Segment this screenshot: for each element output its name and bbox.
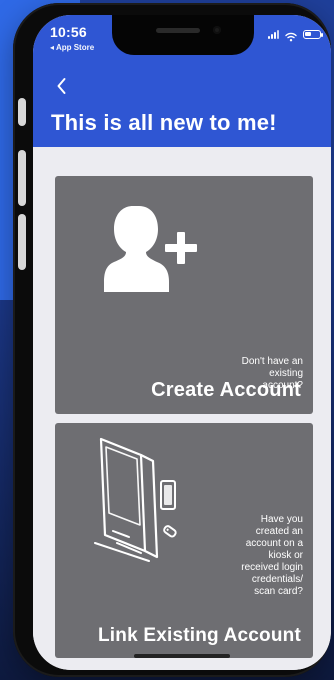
home-indicator[interactable] [134, 654, 230, 658]
wifi-icon [285, 29, 297, 42]
header: 10:56 ◂ App Store This is all new to me! [33, 15, 331, 147]
person-add-icon [99, 196, 197, 297]
battery-icon [303, 29, 323, 39]
status-bar: 10:56 ◂ App Store [33, 15, 331, 69]
create-account-card[interactable]: Don't have an existing account? Create A… [55, 176, 313, 414]
status-time: 10:56 [50, 24, 87, 40]
volume-down-button [18, 214, 26, 270]
create-account-title: Create Account [151, 379, 301, 401]
page-title: This is all new to me! [51, 110, 277, 135]
camera-icon [213, 26, 221, 34]
status-icons [268, 29, 323, 42]
link-account-title: Link Existing Account [97, 625, 301, 646]
screen: 10:56 ◂ App Store This is all new to me!… [33, 15, 331, 670]
signal-icon [268, 29, 279, 39]
mute-switch [18, 98, 26, 126]
speaker-icon [156, 28, 200, 33]
back-button[interactable] [51, 75, 73, 97]
status-back-app[interactable]: ◂ App Store [50, 43, 94, 52]
link-account-question: Have you created an account on a kiosk o… [241, 514, 303, 597]
content: Don't have an existing account? Create A… [33, 147, 331, 670]
phone-frame: 10:56 ◂ App Store This is all new to me!… [13, 3, 331, 677]
chevron-left-icon [57, 78, 66, 94]
link-existing-account-card[interactable]: Have you created an account on a kiosk o… [55, 423, 313, 658]
notch [112, 15, 254, 55]
volume-up-button [18, 150, 26, 206]
